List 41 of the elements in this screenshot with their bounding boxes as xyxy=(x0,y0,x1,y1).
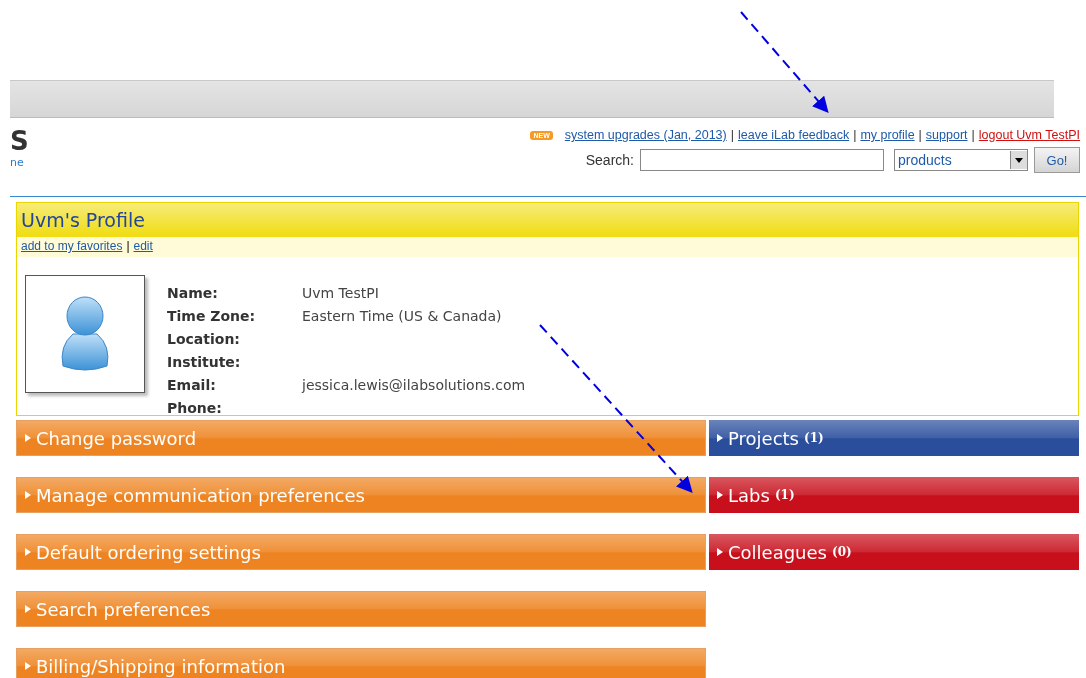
header-link[interactable]: support xyxy=(925,128,968,142)
field-label: Time Zone: xyxy=(167,308,257,326)
field-label: Institute: xyxy=(167,354,242,372)
field-label: Name: xyxy=(167,285,219,303)
header-link[interactable]: system upgrades (Jan, 2013) xyxy=(564,128,727,142)
expand-arrow-icon xyxy=(717,548,723,556)
field-value: Uvm TestPI xyxy=(302,285,379,303)
category-select[interactable]: products xyxy=(894,149,1028,171)
field-label: Location: xyxy=(167,331,241,349)
expand-arrow-icon xyxy=(25,605,31,613)
search-field[interactable] xyxy=(640,149,884,171)
person-icon xyxy=(59,296,111,372)
logo-fragment: S xyxy=(10,126,29,156)
field-label: Email: xyxy=(167,377,217,395)
field-label: Phone: xyxy=(167,400,223,418)
go-button[interactable]: Go! xyxy=(1034,147,1080,173)
profile-action-link[interactable]: edit xyxy=(133,237,153,257)
field-value: Eastern Time (US & Canada) xyxy=(302,308,502,326)
expand-arrow-icon xyxy=(717,491,723,499)
separator: | xyxy=(918,128,922,142)
header-link[interactable]: leave iLab feedback xyxy=(737,128,850,142)
dropdown-icon xyxy=(1010,151,1027,169)
expand-arrow-icon xyxy=(717,434,723,442)
section-header[interactable]: Projects (1) xyxy=(709,420,1079,456)
separator: | xyxy=(730,128,734,142)
profile-action-link[interactable]: add to my favorites xyxy=(21,237,123,257)
separator: | xyxy=(971,128,975,142)
profile-title: Uvm's Profile xyxy=(17,203,1078,237)
separator: | xyxy=(126,238,130,255)
section-header[interactable]: Colleagues (0) xyxy=(709,534,1079,570)
tagline-fragment: ne xyxy=(10,156,25,169)
header-link[interactable]: logout Uvm TestPI xyxy=(978,128,1080,142)
expand-arrow-icon xyxy=(25,491,31,499)
search-label: Search: xyxy=(585,152,634,168)
expand-arrow-icon xyxy=(25,434,31,442)
section-header[interactable]: Labs (1) xyxy=(709,477,1079,513)
expand-arrow-icon xyxy=(25,548,31,556)
field-value: jessica.lewis@ilabsolutions.com xyxy=(302,377,526,395)
expand-arrow-icon xyxy=(25,662,31,670)
separator: | xyxy=(853,128,857,142)
header-link[interactable]: my profile xyxy=(860,128,915,142)
